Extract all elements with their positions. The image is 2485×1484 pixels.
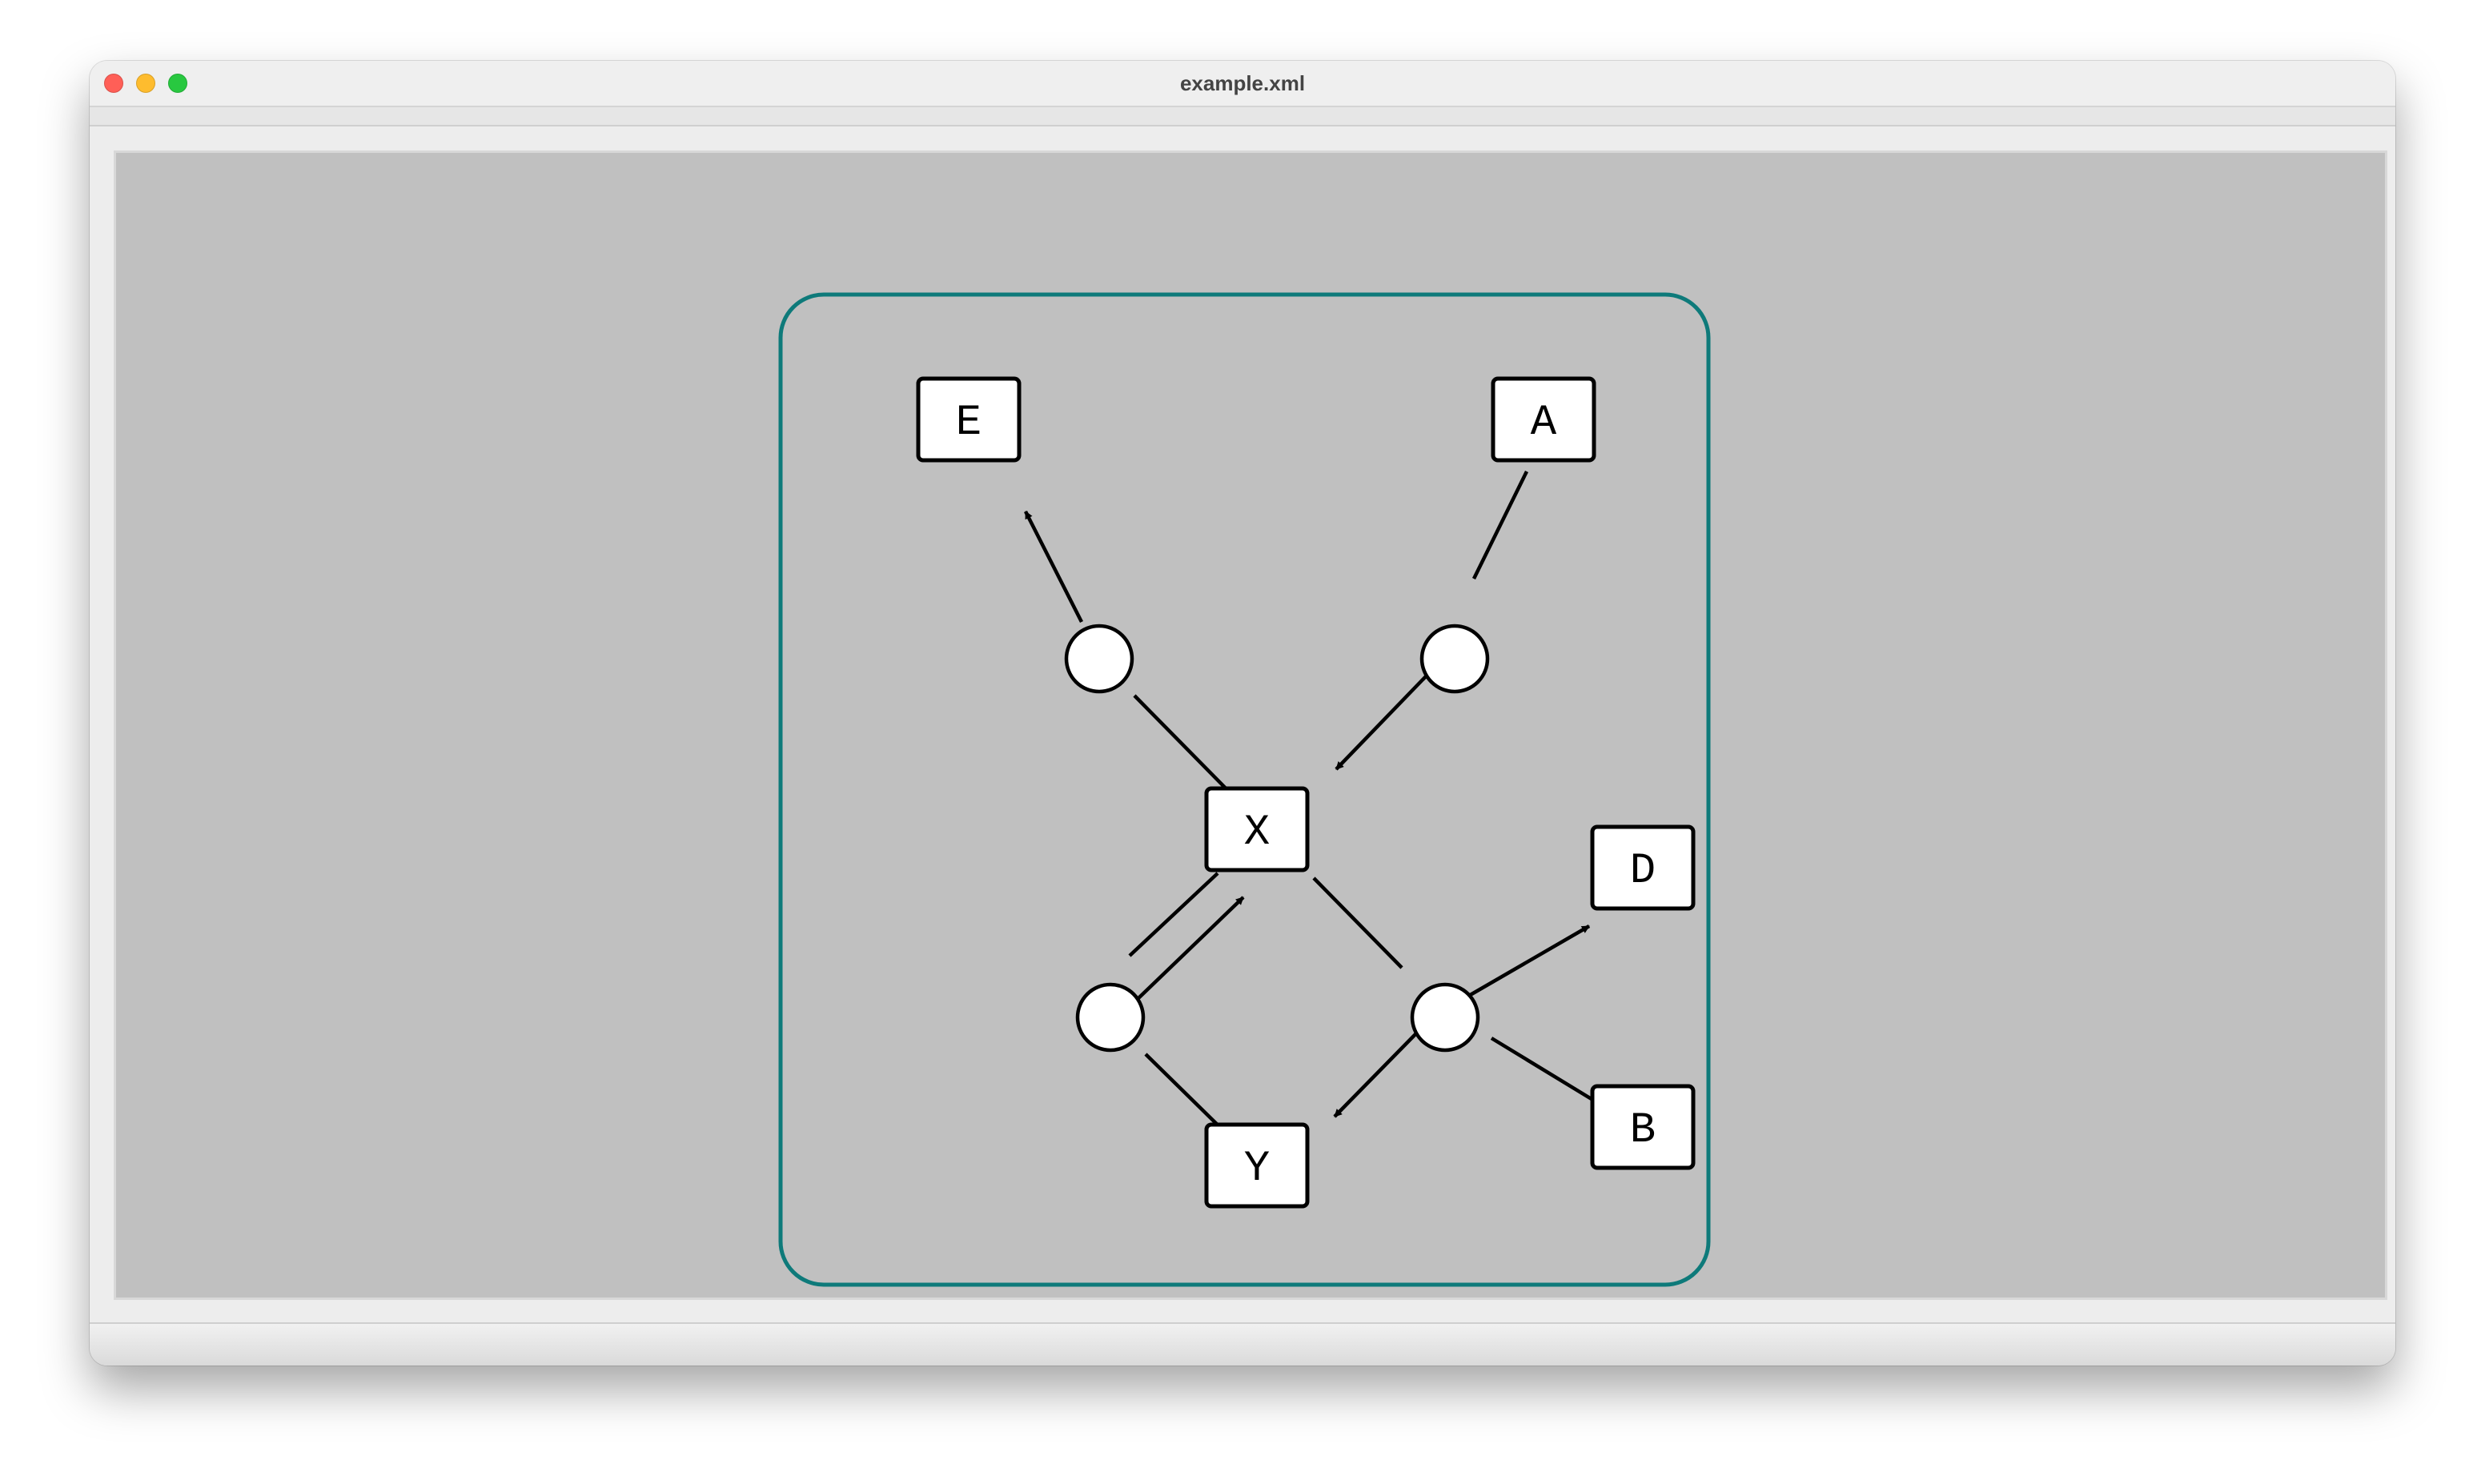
species-label-e: E [956,399,982,447]
edge-r4-to-y[interactable] [1333,1029,1421,1118]
window-title: example.xml [1179,71,1306,95]
app-window: example.xml compartment [90,61,2395,1366]
edge-r2-to-x[interactable] [1335,675,1427,771]
edge-a-to-r2[interactable] [1471,471,1529,580]
title-bar[interactable]: example.xml [90,61,2395,107]
reaction-node-r4[interactable] [1410,982,1480,1053]
toolbar-strip [90,107,2395,126]
species-node-a[interactable]: A [1491,376,1596,463]
species-label-a: A [1531,399,1557,447]
edge-x-to-r4[interactable] [1312,876,1403,969]
edge-r3-to-x[interactable] [1135,896,1245,1001]
diagram-canvas[interactable]: compartment [114,150,2387,1300]
status-bar [90,1322,2395,1366]
edge-r1-to-e[interactable] [1023,510,1084,624]
network-diagram[interactable]: compartment [116,153,2385,1297]
species-label-y: Y [1244,1145,1270,1193]
species-label-d: D [1630,847,1656,896]
species-node-y[interactable]: Y [1204,1122,1310,1209]
species-node-x[interactable]: X [1204,786,1310,872]
edge-b-to-r4[interactable] [1490,1037,1604,1107]
species-nodes: E A X D B Y [916,376,1696,1209]
reaction-node-r1[interactable] [1064,624,1134,694]
edge-r4-to-d[interactable] [1466,924,1591,998]
species-node-b[interactable]: B [1590,1084,1696,1170]
reaction-node-r2[interactable] [1419,624,1490,694]
species-label-x: X [1244,808,1270,857]
edge-x-to-r1[interactable] [1133,694,1237,800]
species-label-b: B [1630,1106,1656,1155]
species-node-d[interactable]: D [1590,824,1696,911]
species-node-e[interactable]: E [916,376,1022,463]
edge-x-modifier-r3[interactable] [1128,872,1219,957]
reaction-node-r3[interactable] [1075,982,1146,1053]
